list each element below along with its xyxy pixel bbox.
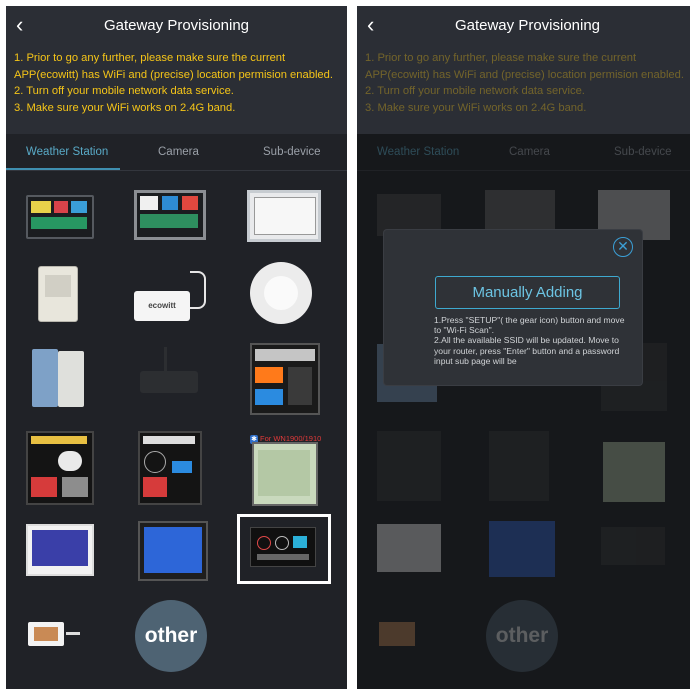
device-display-dark-wide[interactable]: [237, 514, 331, 585]
device-panel: Weather Station Camera Sub-device ecowit…: [6, 134, 347, 689]
instruction-line: 1. Prior to go any further, please make …: [14, 52, 286, 64]
device-display-white-frame: [377, 524, 441, 572]
device-display-white-frame[interactable]: [26, 524, 94, 582]
device-display-blue: [489, 521, 555, 577]
device-display-dark[interactable]: [26, 431, 94, 505]
device-display-blue-digits[interactable]: [138, 431, 204, 505]
manual-add-dialog: ✕ Manually Adding 1.Press "SETUP"( the g…: [384, 230, 642, 385]
device-ecowitt-gateway[interactable]: ecowitt: [134, 267, 206, 325]
device-display-blue[interactable]: [138, 521, 208, 581]
close-icon[interactable]: ✕: [613, 237, 633, 257]
tab-sub-device[interactable]: Sub-device: [263, 146, 321, 158]
instructions-list: 1. Prior to go any further, please make …: [365, 50, 690, 116]
device-console-color[interactable]: [134, 186, 206, 244]
title-bar: ‹ Gateway Provisioning: [6, 6, 347, 46]
manually-adding-button[interactable]: Manually Adding: [435, 276, 620, 309]
instruction-line: 2. Turn off your mobile network data ser…: [365, 85, 585, 97]
tab-camera[interactable]: Camera: [158, 146, 199, 158]
page-title: Gateway Provisioning: [454, 17, 601, 34]
device-panel: Weather Station Camera Sub-device other: [357, 134, 690, 689]
device-display-lcd-green: [603, 442, 665, 502]
device-display-dark-wide: [601, 527, 665, 565]
tab-weather-station[interactable]: Weather Station: [26, 146, 108, 158]
instructions-list: 1. Prior to go any further, please make …: [14, 50, 344, 116]
instruction-line: 2. Turn off your mobile network data ser…: [14, 85, 234, 97]
right-screen: ‹ Gateway Provisioning 1. Prior to go an…: [357, 6, 690, 689]
other-device-button: other: [486, 600, 558, 672]
ecowitt-logo: ecowitt: [148, 301, 176, 310]
device-gateway-hub[interactable]: [134, 347, 200, 405]
instruction-line: APP(ecowitt) has WiFi and (precise) loca…: [365, 68, 684, 81]
instruction-line: 3. Make sure your WiFi works on 2.4G ban…: [14, 101, 236, 114]
instruction-line: 1. Prior to go any further, please make …: [365, 52, 637, 64]
device-console-wide[interactable]: [26, 189, 94, 247]
dialog-step: 2.All the available SSID will be updated…: [434, 335, 620, 366]
dialog-instructions: 1.Press "SETUP"( the gear icon) button a…: [434, 315, 629, 366]
device-console-white[interactable]: [247, 186, 321, 244]
page-title: Gateway Provisioning: [103, 17, 250, 34]
device-usb-dongle: [379, 622, 415, 646]
device-display-lcd-green[interactable]: [252, 442, 318, 506]
dimmed-device-grid: other: [357, 134, 690, 689]
other-device-button[interactable]: other: [135, 600, 207, 672]
instruction-line: APP(ecowitt) has WiFi and (precise) loca…: [14, 68, 333, 81]
device-display-blue-digits: [489, 431, 549, 501]
left-screen: ‹ Gateway Provisioning 1. Prior to go an…: [6, 6, 347, 689]
device-usb-dongle[interactable]: [26, 614, 92, 672]
device-blue-sensors[interactable]: [28, 349, 94, 407]
device-ceiling-sensor[interactable]: [250, 262, 316, 324]
device-display-orange[interactable]: [250, 343, 320, 415]
dialog-step: 1.Press "SETUP"( the gear icon) button a…: [434, 315, 625, 336]
tab-bar: Weather Station Camera Sub-device: [6, 134, 347, 171]
instruction-line: 3. Make sure your WiFi works on 2.4G ban…: [365, 101, 587, 114]
device-outdoor-sensor[interactable]: [28, 264, 94, 322]
device-display-dark: [377, 431, 441, 501]
title-bar: ‹ Gateway Provisioning: [357, 6, 690, 46]
active-tab-underline: [6, 168, 120, 170]
